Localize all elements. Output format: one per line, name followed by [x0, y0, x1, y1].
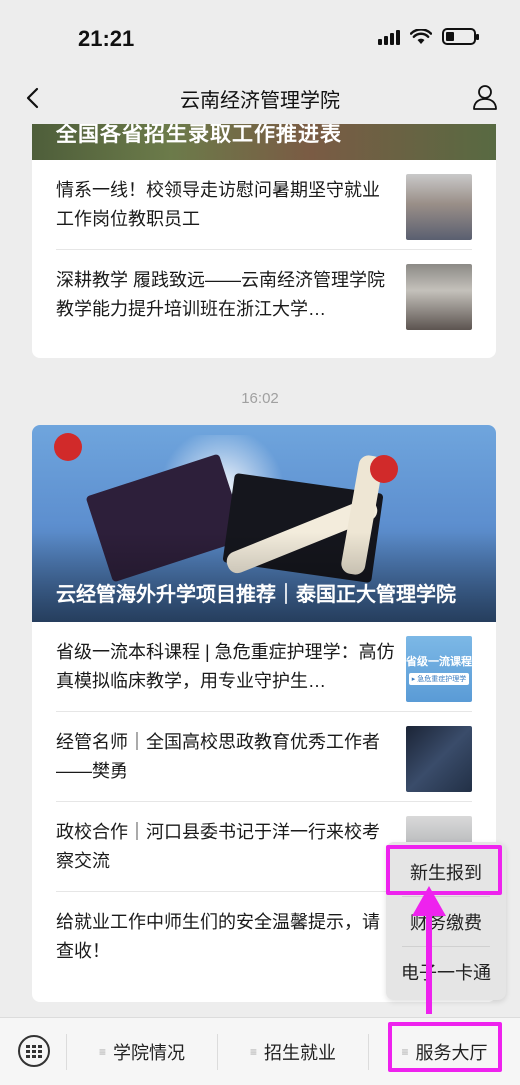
nav-bar: 云南经济管理学院	[0, 72, 520, 124]
article-thumbnail: 省级一流课程 ▸ 急危重症护理学	[406, 636, 472, 702]
page-title: 云南经济管理学院	[180, 90, 340, 112]
message-timestamp: 16:02	[241, 390, 279, 407]
submenu-item-campus-card[interactable]: 电子一卡通	[396, 948, 496, 996]
article-title: 政校合作｜河口县委书记于洋一行来校考察交流	[56, 822, 380, 871]
annotation-arrow-head	[412, 886, 446, 916]
menu-tab-label: 招生就业	[264, 1043, 336, 1063]
article-title: 给就业工作中师生们的安全温馨提示，请查收！	[56, 912, 380, 961]
menu-tab-label: 服务大厅	[415, 1043, 488, 1063]
thumbnail-subtitle: ▸ 急危重症护理学	[408, 673, 470, 685]
article-item[interactable]: 经管名师｜全国高校思政教育优秀工作者——樊勇	[56, 712, 472, 802]
menu-tab-service-hall[interactable]: ≡ 服务大厅	[369, 1018, 520, 1085]
service-submenu: 新生报到 财务缴费 电子一卡通	[386, 842, 506, 1000]
article-title: 经管名师｜全国高校思政教育优秀工作者——樊勇	[56, 732, 380, 781]
person-icon[interactable]	[470, 82, 500, 112]
thumbnail-title: 省级一流课程	[406, 656, 472, 668]
wifi-icon	[410, 28, 432, 44]
article-title: 情系一线！校领导走访慰问暑期坚守就业工作岗位教职员工	[56, 180, 380, 229]
article-title: 省级一流本科课程 | 急危重症护理学：高仿真模拟临床教学，用专业守护生…	[56, 642, 395, 691]
article-banner[interactable]: 全国各省招生录取工作推进表	[32, 124, 496, 160]
cellular-signal-icon	[378, 29, 400, 45]
menu-tab-admissions[interactable]: ≡ 招生就业	[218, 1018, 368, 1085]
battery-icon	[442, 28, 479, 45]
article-title: 深耕教学 履践致远——云南经济管理学院教学能力提升培训班在浙江大学…	[56, 270, 385, 319]
status-time: 21:21	[78, 26, 135, 51]
banner-title: 云经管海外升学项目推荐｜泰国正大管理学院	[56, 584, 456, 606]
bottom-menu-bar: ≡ 学院情况 ≡ 招生就业 ≡ 服务大厅	[0, 1017, 520, 1085]
status-icons	[378, 28, 479, 45]
article-item[interactable]: 情系一线！校领导走访慰问暑期坚守就业工作岗位教职员工	[56, 160, 472, 250]
article-card[interactable]: 全国各省招生录取工作推进表 情系一线！校领导走访慰问暑期坚守就业工作岗位教职员工…	[32, 124, 496, 358]
menu-tab-label: 学院情况	[113, 1043, 185, 1063]
menu-list-icon: ≡	[401, 1045, 408, 1059]
banner-title: 全国各省招生录取工作推进表	[56, 124, 342, 146]
article-thumbnail	[406, 726, 472, 792]
article-item[interactable]: 省级一流本科课程 | 急危重症护理学：高仿真模拟临床教学，用专业守护生… 省级一…	[56, 622, 472, 712]
submenu-item-fee-payment[interactable]: 财务缴费	[396, 898, 496, 946]
article-thumbnail	[406, 174, 472, 240]
menu-list-icon: ≡	[98, 1045, 106, 1059]
menu-tab-college-info[interactable]: ≡ 学院情况	[67, 1018, 217, 1085]
keyboard-icon[interactable]	[18, 1035, 50, 1067]
submenu-divider	[402, 946, 490, 947]
article-banner[interactable]: 云经管海外升学项目推荐｜泰国正大管理学院	[32, 425, 496, 622]
article-item[interactable]: 深耕教学 履践致远——云南经济管理学院教学能力提升培训班在浙江大学…	[56, 250, 472, 340]
submenu-item-new-student-registration[interactable]: 新生报到	[396, 848, 496, 896]
article-thumbnail	[406, 264, 472, 330]
menu-list-icon: ≡	[249, 1045, 257, 1059]
status-bar: 21:21	[0, 0, 520, 72]
